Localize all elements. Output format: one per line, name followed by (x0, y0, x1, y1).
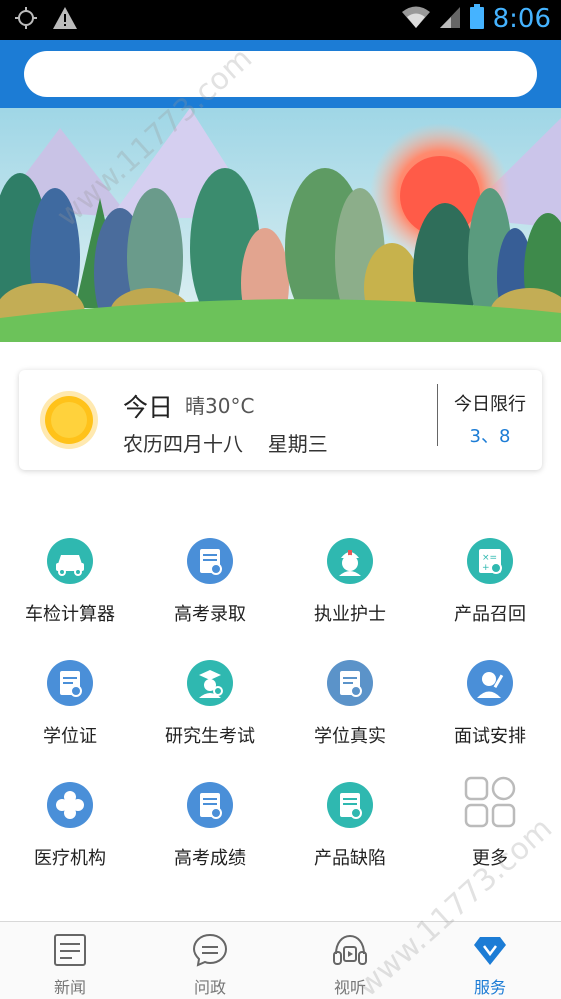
degree-verify-icon (327, 660, 373, 706)
chat-icon (192, 932, 228, 968)
service-label: 学位真实 (314, 726, 386, 747)
lunar-date: 农历四月十八 (123, 432, 243, 456)
service-label: 高考录取 (174, 604, 246, 625)
warning-icon (52, 6, 78, 34)
traffic-limit-value: 3、8 (469, 426, 511, 447)
product-recall-icon: ×= + (467, 538, 513, 584)
service-product-recall[interactable]: ×= + 产品召回 (420, 528, 560, 638)
bottom-nav: 新闻 问政 视听 服务 (0, 921, 561, 999)
service-label: 医疗机构 (34, 848, 106, 869)
service-label: 执业护士 (314, 604, 386, 625)
nav-label: 服务 (473, 978, 506, 997)
headphones-icon (332, 932, 368, 968)
nav-service[interactable]: 服务 (420, 922, 560, 999)
traffic-limit-title: 今日限行 (454, 394, 526, 415)
weather-card[interactable]: 今日 晴30°C 农历四月十八 星期三 今日限行 3、8 (19, 370, 542, 470)
service-label: 高考成绩 (174, 848, 246, 869)
exam-admission-icon (187, 538, 233, 584)
service-graduate-exam[interactable]: 研究生考试 (140, 650, 280, 760)
divider (437, 384, 438, 446)
car-calculator-icon (47, 538, 93, 584)
service-exam-admission[interactable]: 高考录取 (140, 528, 280, 638)
service-product-defect[interactable]: 产品缺陷 (280, 772, 420, 882)
service-exam-score[interactable]: 高考成绩 (140, 772, 280, 882)
service-label: 车检计算器 (25, 604, 115, 625)
service-label: 产品召回 (454, 604, 526, 625)
service-interview[interactable]: 面试安排 (420, 650, 560, 760)
clock: 8:06 (492, 4, 551, 34)
nurse-icon (327, 538, 373, 584)
banner-image[interactable] (0, 108, 561, 342)
battery-icon (469, 4, 485, 34)
weather-today-label: 今日 (123, 393, 174, 422)
service-medical-institution[interactable]: 医疗机构 (0, 772, 140, 882)
service-degree-certificate[interactable]: 学位证 (0, 650, 140, 760)
wifi-icon (401, 5, 431, 33)
service-icon (472, 932, 508, 968)
status-bar: 8:06 (0, 0, 561, 40)
nav-news[interactable]: 新闻 (0, 922, 140, 999)
sunny-weather-icon (39, 390, 99, 450)
svg-text:×=: ×= (482, 553, 497, 563)
service-label: 学位证 (43, 726, 97, 747)
nav-label: 问政 (193, 978, 226, 997)
service-degree-verify[interactable]: 学位真实 (280, 650, 420, 760)
service-label: 研究生考试 (165, 726, 255, 747)
service-nurse[interactable]: 执业护士 (280, 528, 420, 638)
exam-score-icon (187, 782, 233, 828)
gps-icon (14, 6, 38, 34)
nav-label: 视听 (333, 978, 366, 997)
degree-certificate-icon (47, 660, 93, 706)
news-icon (52, 932, 88, 968)
service-label: 更多 (472, 848, 508, 869)
weather-date: 农历四月十八 星期三 (123, 428, 328, 457)
weather-condition: 晴30°C (185, 394, 255, 418)
weekday: 星期三 (267, 432, 328, 456)
graduate-exam-icon (187, 660, 233, 706)
service-label: 面试安排 (454, 726, 526, 747)
product-defect-icon (327, 782, 373, 828)
signal-icon (439, 5, 461, 33)
nav-media[interactable]: 视听 (280, 922, 420, 999)
more-grid-icon (464, 776, 516, 828)
search-header (0, 40, 561, 108)
service-car-calculator[interactable]: 车检计算器 (0, 528, 140, 638)
medical-institution-icon (47, 782, 93, 828)
nav-label: 新闻 (53, 978, 86, 997)
nav-politics[interactable]: 问政 (140, 922, 280, 999)
svg-text:+: + (482, 563, 490, 573)
service-more[interactable]: 更多 (420, 772, 560, 882)
service-label: 产品缺陷 (314, 848, 386, 869)
interview-icon (467, 660, 513, 706)
search-input[interactable] (24, 51, 537, 97)
